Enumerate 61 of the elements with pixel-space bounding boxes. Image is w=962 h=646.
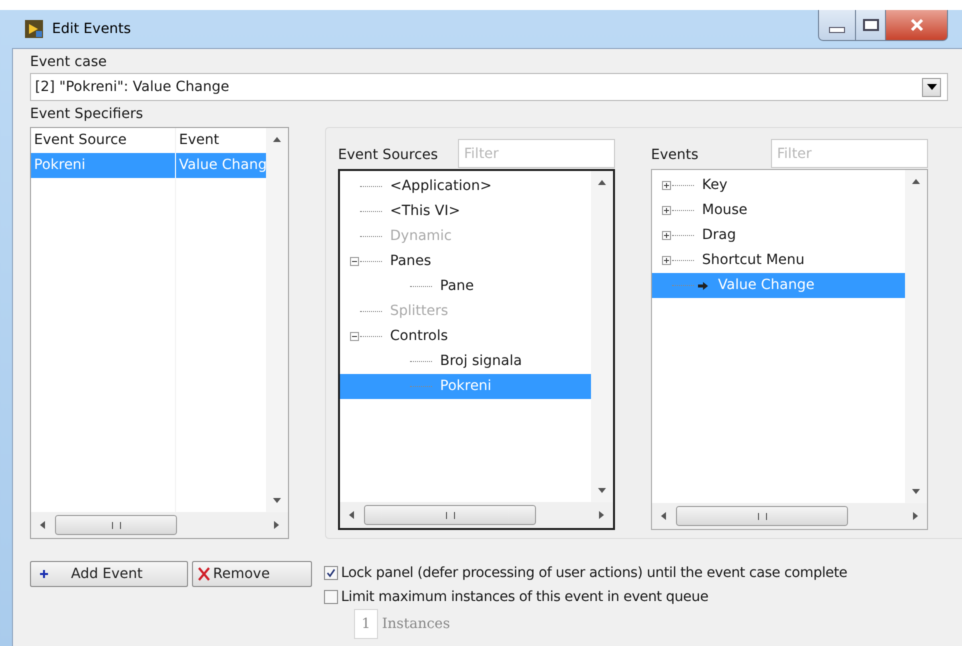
tree-item[interactable]: <Application> — [386, 174, 496, 199]
tree-item[interactable]: Shortcut Menu — [698, 248, 809, 273]
section-label: Event case — [30, 53, 108, 72]
tree-item[interactable]: Panes — [386, 249, 436, 274]
scroll-right-icon[interactable] — [911, 512, 919, 520]
pane-label: Event Sources — [338, 147, 438, 165]
checkbox-label: Lock panel (defer processing of user actions) until the event case complete — [341, 565, 848, 581]
app-icon — [24, 19, 44, 39]
expand-icon[interactable] — [661, 230, 672, 241]
window-title: Edit Events — [52, 21, 131, 37]
tree-item[interactable]: Broj signala — [436, 349, 526, 374]
add-event-button[interactable]: Add Event — [30, 561, 188, 587]
cross-icon — [197, 567, 211, 581]
scroll-down-icon[interactable] — [912, 487, 920, 495]
minimize-button[interactable] — [818, 10, 856, 41]
checkbox[interactable] — [324, 590, 338, 604]
scroll-down-icon[interactable] — [598, 486, 606, 494]
tree-item[interactable]: Controls — [386, 324, 452, 349]
scroll-up-icon[interactable] — [273, 136, 281, 144]
vertical-scrollbar[interactable] — [266, 128, 288, 512]
checkbox[interactable] — [324, 566, 338, 580]
checkbox-label: Limit maximum instances of this event in event queue — [341, 589, 708, 605]
maximize-button[interactable] — [856, 10, 886, 41]
column-header[interactable]: Event Source — [31, 128, 175, 153]
tree-item[interactable]: Drag — [698, 223, 740, 248]
expand-icon[interactable] — [661, 180, 672, 191]
expand-icon[interactable] — [661, 205, 672, 216]
scroll-down-icon[interactable] — [273, 496, 281, 504]
close-button[interactable] — [886, 10, 948, 41]
horizontal-scrollbar[interactable] — [31, 512, 288, 538]
horizontal-scrollbar[interactable] — [340, 502, 613, 528]
tree-item[interactable]: Mouse — [698, 198, 752, 223]
scroll-left-icon[interactable] — [39, 521, 47, 529]
horizontal-scrollbar[interactable] — [652, 503, 927, 529]
collapse-icon[interactable] — [349, 331, 360, 342]
vertical-scrollbar[interactable] — [591, 171, 613, 502]
arrow-icon — [698, 282, 708, 290]
scroll-left-icon[interactable] — [348, 511, 356, 519]
scroll-up-icon[interactable] — [912, 178, 920, 186]
tree-item[interactable]: Pane — [436, 274, 478, 299]
scrollbar-thumb[interactable] — [55, 515, 177, 535]
section-label: Event Specifiers — [30, 105, 144, 124]
scroll-left-icon[interactable] — [660, 512, 668, 520]
filter-field[interactable]: Filter — [458, 139, 615, 168]
pane-label: Events — [651, 147, 698, 165]
close-icon — [908, 17, 924, 33]
scroll-right-icon[interactable] — [597, 511, 605, 519]
event-case-dropdown[interactable]: [2] "Pokreni": Value Change — [30, 73, 948, 101]
scrollbar-thumb[interactable] — [676, 506, 848, 526]
collapse-icon[interactable] — [349, 256, 360, 267]
tree-item[interactable]: <This VI> — [386, 199, 464, 224]
scrollbar-thumb[interactable] — [364, 505, 536, 525]
plus-icon — [39, 569, 49, 579]
field-label: Instances — [382, 616, 450, 632]
remove-button[interactable]: Remove — [192, 561, 312, 587]
vertical-scrollbar[interactable] — [905, 170, 927, 503]
scroll-right-icon[interactable] — [272, 521, 280, 529]
expand-icon[interactable] — [661, 255, 672, 266]
filter-field[interactable]: Filter — [771, 139, 928, 168]
tree-item[interactable]: Key — [698, 173, 732, 198]
scroll-up-icon[interactable] — [598, 179, 606, 187]
